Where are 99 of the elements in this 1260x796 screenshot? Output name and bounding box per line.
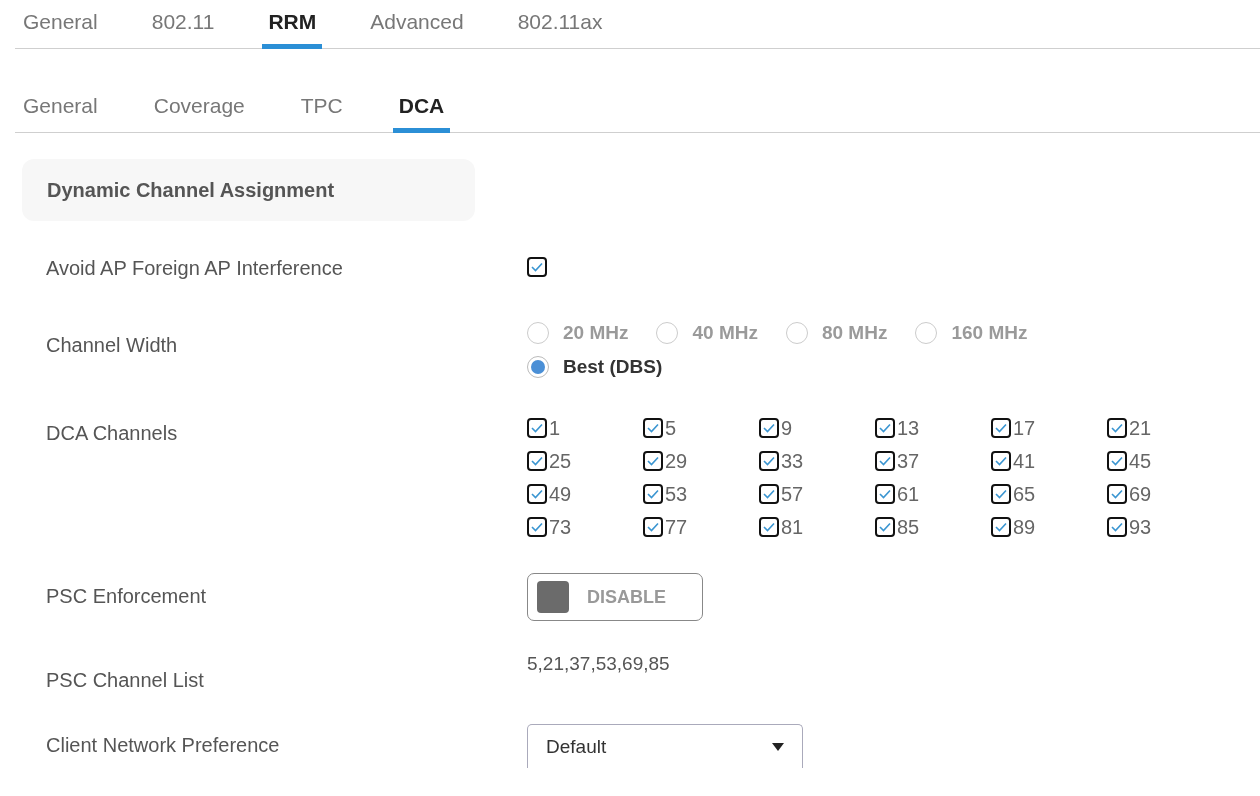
tab[interactable]: General	[17, 10, 104, 49]
checkbox[interactable]	[643, 484, 663, 504]
check-icon	[1111, 456, 1123, 466]
checkbox[interactable]	[527, 451, 547, 471]
tab[interactable]: DCA	[392, 94, 451, 133]
check-icon	[879, 423, 891, 433]
channel-label: 13	[897, 418, 920, 438]
tab[interactable]: RRM	[262, 10, 323, 49]
checkbox[interactable]	[991, 517, 1011, 537]
tab[interactable]: TPC	[294, 94, 349, 133]
checkbox[interactable]	[991, 418, 1011, 438]
channel-label: 89	[1013, 517, 1036, 537]
channel-label: 57	[781, 484, 804, 504]
checkbox[interactable]	[1107, 484, 1127, 504]
checkbox[interactable]	[527, 257, 547, 277]
check-icon	[879, 522, 891, 532]
checkbox[interactable]	[759, 418, 779, 438]
setting-label: Client Network Preference	[46, 733, 281, 758]
checkbox[interactable]	[1107, 517, 1127, 537]
checkbox[interactable]	[643, 418, 663, 438]
channel-label: 61	[897, 484, 920, 504]
check-icon	[763, 423, 775, 433]
radio-label: 80 MHz	[821, 322, 888, 344]
channel-label: 53	[665, 484, 688, 504]
check-icon	[763, 522, 775, 532]
caret-icon	[772, 742, 784, 751]
channel-label: 85	[897, 517, 920, 537]
toggle-switch[interactable]: DISABLE	[527, 573, 703, 621]
field-value: 5,21,37,53,69,85	[527, 653, 670, 675]
check-icon	[531, 489, 543, 499]
tab[interactable]: Coverage	[147, 94, 251, 133]
channel-label: 25	[549, 451, 572, 471]
tab[interactable]: General	[17, 94, 104, 133]
channel-label: 33	[781, 451, 804, 471]
check-icon	[763, 456, 775, 466]
channel-label: 37	[897, 451, 920, 471]
dropdown[interactable]: Default	[527, 724, 803, 768]
check-icon	[531, 423, 543, 433]
channel-label: 45	[1129, 451, 1152, 471]
check-icon	[879, 456, 891, 466]
checkbox[interactable]	[643, 517, 663, 537]
checkbox[interactable]	[875, 517, 895, 537]
checkbox[interactable]	[527, 418, 547, 438]
setting-label: PSC Channel List	[46, 668, 205, 692]
channel-label: 93	[1129, 517, 1152, 537]
channel-label: 69	[1129, 484, 1152, 504]
check-icon	[995, 522, 1007, 532]
checkbox[interactable]	[1107, 418, 1127, 438]
checkbox[interactable]	[759, 484, 779, 504]
checkbox[interactable]	[643, 451, 663, 471]
setting-label: PSC Enforcement	[46, 584, 208, 609]
check-icon	[531, 262, 543, 272]
channel-label: 65	[1013, 484, 1036, 504]
channel-label: 73	[549, 517, 572, 537]
setting-label: Avoid AP Foreign AP Interference	[46, 257, 344, 280]
channel-label: 1	[549, 418, 561, 438]
setting-label: DCA Channels	[46, 421, 179, 446]
check-icon	[647, 522, 659, 532]
check-icon	[647, 423, 659, 433]
checkbox[interactable]	[527, 484, 547, 504]
radio-label: Best (DBS)	[563, 356, 663, 378]
channel-label: 21	[1129, 418, 1152, 438]
channel-label: 29	[665, 451, 688, 471]
check-icon	[995, 423, 1007, 433]
check-icon	[1111, 489, 1123, 499]
check-icon	[531, 456, 543, 466]
channel-label: 9	[781, 418, 793, 438]
checkbox[interactable]	[991, 484, 1011, 504]
check-icon	[647, 456, 659, 466]
section-title: Dynamic Channel Assignment	[47, 178, 335, 202]
checkbox[interactable]	[991, 451, 1011, 471]
checkbox[interactable]	[759, 517, 779, 537]
checkbox[interactable]	[1107, 451, 1127, 471]
radio-label: 40 MHz	[692, 322, 758, 344]
channel-label: 41	[1013, 451, 1036, 471]
checkbox[interactable]	[875, 451, 895, 471]
tab[interactable]: 802.11	[145, 10, 221, 49]
check-icon	[995, 489, 1007, 499]
check-icon	[879, 489, 891, 499]
checkbox[interactable]	[875, 484, 895, 504]
channel-label: 17	[1013, 418, 1036, 438]
tab[interactable]: 802.11ax	[511, 10, 609, 49]
check-icon	[1111, 522, 1123, 532]
check-icon	[531, 522, 543, 532]
setting-label: Channel Width	[46, 333, 179, 358]
checkbox[interactable]	[759, 451, 779, 471]
check-icon	[647, 489, 659, 499]
radio-label: 160 MHz	[951, 322, 1028, 344]
channel-label: 77	[665, 517, 688, 537]
check-icon	[995, 456, 1007, 466]
channel-label: 49	[549, 484, 572, 504]
channel-label: 81	[781, 517, 804, 537]
check-icon	[763, 489, 775, 499]
channel-label: 5	[665, 418, 677, 438]
checkbox[interactable]	[875, 418, 895, 438]
radio-label: 20 MHz	[563, 322, 629, 344]
checkbox[interactable]	[527, 517, 547, 537]
check-icon	[1111, 423, 1123, 433]
tab[interactable]: Advanced	[364, 10, 470, 49]
